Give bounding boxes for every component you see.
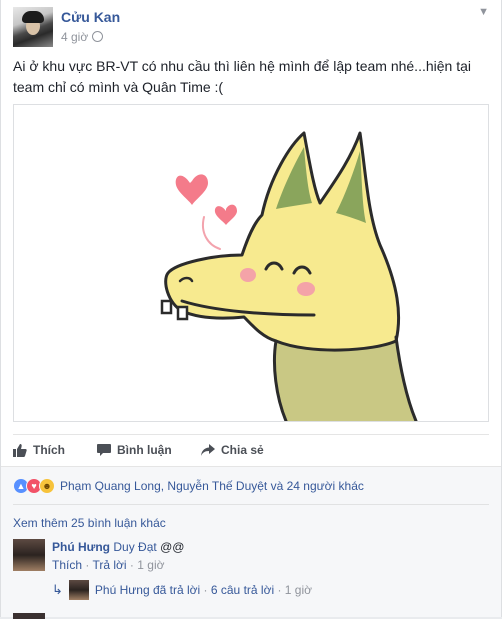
author-avatar[interactable] <box>13 7 53 47</box>
feedback-section: ▲ ♥ ☻ Phạm Quang Long, Nguyễn Thế Duyệt … <box>1 466 501 619</box>
share-arrow-icon <box>201 444 215 456</box>
like-label: Thích <box>33 443 65 457</box>
comment-reply-link[interactable]: Trả lời <box>92 558 126 572</box>
share-button[interactable]: Chia sẻ <box>201 443 264 457</box>
comment-button[interactable]: Bình luận <box>97 443 172 457</box>
feedback-divider <box>13 504 489 505</box>
thumbs-up-icon <box>13 444 27 457</box>
dragon-illustration <box>160 131 418 421</box>
globe-icon <box>92 31 104 42</box>
comment-avatar[interactable] <box>13 539 45 571</box>
avatar-hair <box>22 11 44 23</box>
reply-arrow-icon: ↳ <box>52 582 63 597</box>
haha-reaction-icon: ☻ <box>39 478 55 494</box>
reactions-summary[interactable]: ▲ ♥ ☻ Phạm Quang Long, Nguyễn Thế Duyệt … <box>13 478 364 494</box>
cheek-right <box>297 282 315 296</box>
dragon-head <box>164 131 401 352</box>
post-text: Ai ở khu vực BR-VT có nhu cầu thì liên h… <box>13 58 471 95</box>
post-photo[interactable] <box>13 104 489 422</box>
comment-text: @@ <box>160 540 185 554</box>
comment-author[interactable]: Phú Hưng <box>52 540 110 554</box>
reply-time: 1 giờ <box>284 583 312 597</box>
post-card: ▼ Cửu Kan 4 giờ Ai ở khu vực BR-VT có nh… <box>0 0 502 619</box>
share-label: Chia sẻ <box>221 443 264 457</box>
heart-large <box>175 174 208 205</box>
reply-avatar <box>68 580 89 600</box>
heart-trail <box>202 216 221 250</box>
comment-body: Phú Hưng Duy Đạt @@ <box>52 540 184 554</box>
comment-tag[interactable]: Duy Đạt <box>113 540 156 554</box>
speech-bubble-icon <box>97 443 111 456</box>
post-actions-bar: Thích Bình luận Chia sẻ <box>13 434 489 467</box>
reply-summary-text[interactable]: Phú Hưng đã trả lời <box>95 583 200 597</box>
comment-meta: Thích · Trả lời · 1 giờ <box>52 558 164 572</box>
meta-separator: · <box>200 583 211 597</box>
like-button[interactable]: Thích <box>13 443 65 457</box>
reply-summary[interactable]: ↳ Phú Hưng đã trả lời · 6 câu trả lời · … <box>52 580 312 600</box>
view-more-comments-link[interactable]: Xem thêm 25 bình luận khác <box>13 516 166 530</box>
post-author-name[interactable]: Cửu Kan <box>61 9 120 25</box>
post-time-text[interactable]: 4 giờ <box>61 30 88 44</box>
comment-time[interactable]: 1 giờ <box>137 558 164 572</box>
meta-separator: · <box>274 583 285 597</box>
reply-count[interactable]: 6 câu trả lời <box>211 583 274 597</box>
cheek-left <box>240 268 256 282</box>
comment-label: Bình luận <box>117 443 172 457</box>
tooth-left <box>160 299 173 315</box>
comment-like-link[interactable]: Thích <box>52 558 82 572</box>
chevron-down-icon[interactable]: ▼ <box>478 6 489 18</box>
next-comment-avatar-partial <box>13 613 45 619</box>
tooth-right <box>176 305 189 321</box>
reaction-names[interactable]: Phạm Quang Long, Nguyễn Thế Duyệt và 24 … <box>60 479 364 493</box>
post-timestamp[interactable]: 4 giờ <box>61 30 104 44</box>
heart-small <box>214 204 237 225</box>
